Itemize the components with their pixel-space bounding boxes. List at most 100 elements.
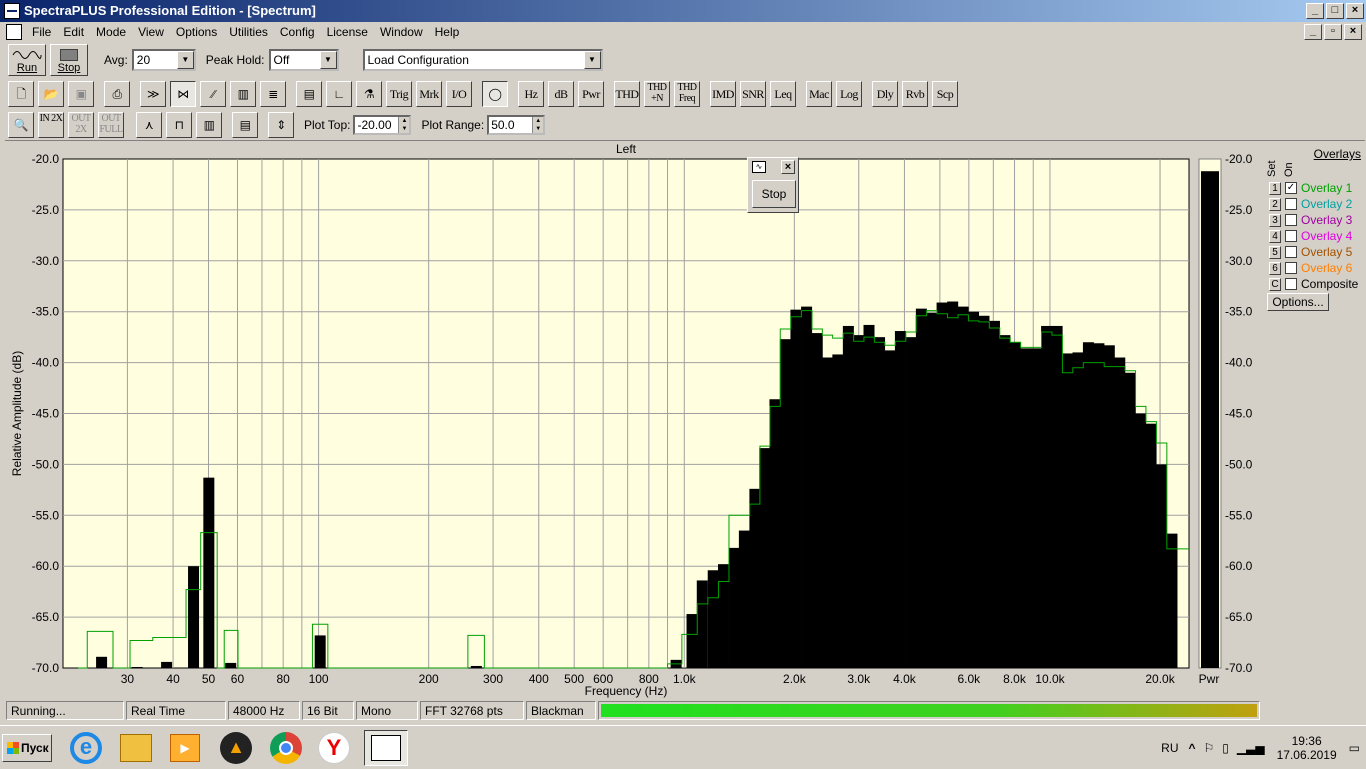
spectrum-icon[interactable]: ⋈ [170,81,196,107]
close-icon[interactable]: × [781,160,795,174]
chrome-icon[interactable] [270,732,302,764]
3d-surface-icon[interactable]: ≣ [260,81,286,107]
menu-file[interactable]: File [26,25,57,39]
sine-wave-icon[interactable]: ◯ [482,81,508,107]
menu-help[interactable]: Help [429,25,466,39]
zoom-full-button[interactable]: OUT FULL [98,112,124,138]
overlay-checkbox[interactable] [1285,230,1297,242]
chevron-up-icon[interactable]: ^ [1189,741,1196,755]
overlay-set-button[interactable]: 2 [1269,197,1281,211]
menu-license[interactable]: License [321,25,374,39]
overlay-set-button[interactable]: 4 [1269,229,1281,243]
mac-button[interactable]: Mac [806,81,832,107]
menu-window[interactable]: Window [374,25,429,39]
menu-options[interactable]: Options [170,25,223,39]
overlay-set-button[interactable]: 1 [1269,181,1281,195]
rvb-button[interactable]: Rvb [902,81,928,107]
close-button[interactable]: × [1346,3,1364,19]
menu-utilities[interactable]: Utilities [223,25,274,39]
menu-mode[interactable]: Mode [90,25,132,39]
overlay-checkbox[interactable] [1285,214,1297,226]
mdi-minimize-button[interactable]: _ [1304,24,1322,40]
signal-generator-icon[interactable]: ⚗ [356,81,382,107]
panel-icon[interactable]: ▤ [296,81,322,107]
io-button[interactable]: I/O [446,81,472,107]
maximize-button[interactable]: □ [1326,3,1344,19]
overlay-set-button[interactable]: 5 [1269,245,1281,259]
mrk-button[interactable]: Mrk [416,81,442,107]
notification-icon[interactable]: ▭ [1349,741,1360,755]
overlay-set-button[interactable]: 3 [1269,213,1281,227]
thd-button[interactable]: THD [614,81,640,107]
mdi-close-button[interactable]: × [1344,24,1362,40]
vertical-scale-icon[interactable]: ⇕ [268,112,294,138]
chevron-down-icon[interactable]: ▼ [319,51,337,69]
magnifier-icon[interactable]: 🔍 [8,112,34,138]
spectraplus-task-button[interactable] [364,730,408,766]
spin-arrows-icon[interactable]: ▲ ▼ [398,117,410,133]
bar-spectrum-icon[interactable]: ▥ [196,112,222,138]
imd-button[interactable]: IMD [710,81,736,107]
file-explorer-icon[interactable] [120,734,152,762]
chevron-down-icon[interactable]: ▼ [176,51,194,69]
hz-button[interactable]: Hz [518,81,544,107]
clock[interactable]: 19:36 17.06.2019 [1277,734,1337,762]
thd-n-button[interactable]: THD +N [644,81,670,107]
menu-config[interactable]: Config [274,25,321,39]
aimp-icon[interactable]: ▲ [220,732,252,764]
spin-arrows-icon[interactable]: ▲ ▼ [532,117,544,133]
stop-button[interactable]: Stop [50,44,88,76]
plot-range-input[interactable]: 50.0 ▲ ▼ [487,115,546,135]
config-select[interactable]: Load Configuration ▼ [362,49,603,71]
overlay-options-button[interactable]: Options... [1267,293,1329,311]
open-folder-icon[interactable]: 📂 [38,81,64,107]
mdi-restore-button[interactable]: ▫ [1324,24,1342,40]
peak-hold-select[interactable]: Off ▼ [268,49,339,71]
media-player-icon[interactable]: ▶ [170,734,200,762]
axis-icon[interactable]: ∟ [326,81,352,107]
new-file-icon[interactable]: 🗋 [8,81,34,107]
leq-button[interactable]: Leq [770,81,796,107]
zoom-out-button[interactable]: OUT 2X [68,112,94,138]
db-button[interactable]: dB [548,81,574,107]
zoom-in-button[interactable]: IN 2X [38,112,64,138]
overlay-checkbox[interactable] [1285,262,1297,274]
dialog-stop-button[interactable]: Stop [752,180,796,208]
dly-button[interactable]: Dly [872,81,898,107]
spectrogram-icon[interactable]: ▥ [230,81,256,107]
minimize-button[interactable]: _ [1306,3,1324,19]
phase-icon[interactable]: ∕∕ [200,81,226,107]
plot-top-input[interactable]: -20.00 ▲ ▼ [353,115,412,135]
scp-button[interactable]: Scp [932,81,958,107]
thd-freq-button[interactable]: THD Freq [674,81,700,107]
menu-view[interactable]: View [132,25,170,39]
overlay-set-button[interactable]: 6 [1269,261,1281,275]
run-button[interactable]: Run [8,44,46,76]
chevron-down-icon[interactable]: ▼ [583,51,601,69]
peak-icon[interactable]: ⋏ [136,112,162,138]
snr-button[interactable]: SNR [740,81,766,107]
spectrum-chart[interactable]: -20.0 -25.0 -30.0 -35.0 -40.0 -45.0 -50.0 -55.0… [5,141,1365,699]
menu-edit[interactable]: Edit [57,25,90,39]
overlay-checkbox[interactable]: ✓ [1285,182,1297,194]
log-button[interactable]: Log [836,81,862,107]
overlay-checkbox[interactable] [1285,278,1297,290]
battery-icon[interactable]: ▯ [1222,741,1229,755]
avg-select[interactable]: 20 ▼ [131,49,196,71]
octave-icon[interactable]: ⊓ [166,112,192,138]
flag-icon[interactable]: ⚐ [1204,741,1215,755]
trig-button[interactable]: Trig [386,81,412,107]
overlay-checkbox[interactable] [1285,198,1297,210]
language-indicator[interactable]: RU [1161,741,1178,755]
time-series-icon[interactable]: ≫ [140,81,166,107]
overlay-set-button[interactable]: C [1269,277,1281,291]
plot-properties-icon[interactable]: ▤ [232,112,258,138]
yandex-browser-icon[interactable]: Y [318,732,350,764]
save-icon[interactable]: ▣ [68,81,94,107]
overlay-checkbox[interactable] [1285,246,1297,258]
internet-explorer-icon[interactable]: e [70,732,102,764]
network-icon[interactable]: ▁▃▅ [1237,741,1265,755]
pwr-button[interactable]: Pwr [578,81,604,107]
print-icon[interactable]: ⎙ [104,81,130,107]
start-button[interactable]: Пуск [2,734,52,762]
